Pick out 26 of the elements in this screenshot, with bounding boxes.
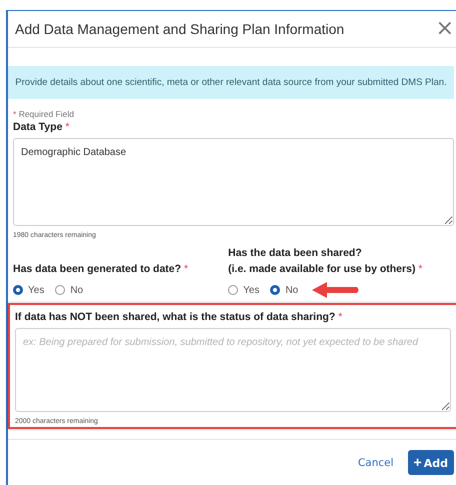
cancel-button[interactable]: Cancel xyxy=(358,456,394,468)
data-type-field[interactable]: Demographic Database xyxy=(13,138,454,226)
required-asterisk: * xyxy=(13,109,16,119)
required-asterisk: * xyxy=(184,263,188,275)
required-asterisk: * xyxy=(338,311,342,323)
question-label: Has the data been shared? xyxy=(228,247,362,259)
radio-button[interactable] xyxy=(55,285,66,295)
status-field[interactable]: ex: Being prepared for submission, submitted to repository, not yet expected to be shared xyxy=(15,328,451,412)
radio-button[interactable] xyxy=(270,285,280,295)
close-button[interactable]: × xyxy=(434,18,456,40)
required-asterisk: * xyxy=(418,263,422,275)
question-label: Has data been generated to date? xyxy=(13,263,182,275)
dialog-title: Add Data Management and Sharing Plan Information xyxy=(15,21,344,37)
question-label: (i.e. made available for use by others) xyxy=(228,263,416,275)
required-legend: Required Field xyxy=(18,109,74,119)
field-label: If data has NOT been shared, what is the status of data sharing? xyxy=(15,311,336,323)
radio-button[interactable] xyxy=(13,285,23,295)
field-label: Data Type xyxy=(13,121,62,133)
info-banner: Provide details about one scientific, meta or other relevant data source from your submitted DMS Plan. xyxy=(8,66,454,99)
radio-label[interactable]: No xyxy=(285,284,298,296)
add-button[interactable]: +Add xyxy=(408,450,454,475)
radio-label[interactable]: Yes xyxy=(28,284,44,296)
required-asterisk: * xyxy=(65,121,70,133)
radio-label[interactable]: Yes xyxy=(243,284,260,296)
radio-label[interactable]: No xyxy=(70,284,84,296)
radio-button[interactable] xyxy=(228,285,238,295)
